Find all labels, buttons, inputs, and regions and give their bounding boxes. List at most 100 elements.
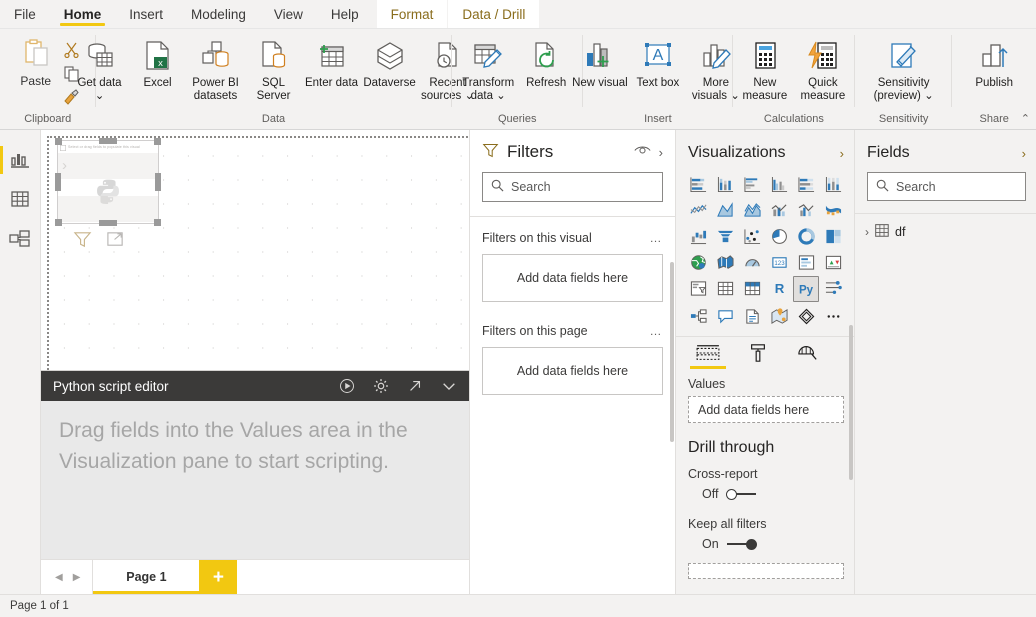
filters-search-box[interactable]: Search	[482, 172, 663, 202]
ribbon-tab-insert[interactable]: Insert	[115, 0, 177, 28]
run-script-icon[interactable]	[339, 378, 355, 394]
enter-data-button[interactable]: Enter data	[303, 35, 361, 92]
values-dropzone[interactable]: Add data fields here	[688, 396, 844, 423]
visual-type-pie-chart[interactable]	[766, 224, 792, 248]
visual-type-stacked-column-chart[interactable]	[712, 172, 738, 196]
ribbon-tab-home[interactable]: Home	[50, 0, 116, 28]
visual-type-stacked-area-chart[interactable]	[739, 198, 765, 222]
add-page-button[interactable]: +	[199, 560, 237, 594]
resize-handle-bottom-left[interactable]	[55, 219, 62, 226]
new-visual-button[interactable]: New visual	[571, 35, 629, 92]
visual-type-donut-chart[interactable]	[793, 224, 819, 248]
visual-type-100-stacked-bar-chart[interactable]	[793, 172, 819, 196]
python-visual-placeholder[interactable]: Select or drag fields to populate this v…	[57, 140, 159, 224]
visual-type-arcgis-maps[interactable]	[766, 304, 792, 328]
report-page-canvas[interactable]: Select or drag fields to populate this v…	[49, 138, 469, 370]
get-data-button[interactable]: Get data ⌄	[71, 35, 129, 105]
resize-handle-top-right[interactable]	[154, 138, 161, 145]
visual-type-line-and-clustered-column-chart[interactable]	[793, 198, 819, 222]
fields-search-box[interactable]: Search	[867, 172, 1026, 201]
visual-type-gauge[interactable]	[739, 250, 765, 274]
collapse-pane-chevron-icon[interactable]: ›	[840, 146, 844, 161]
ribbon-tab-modeling[interactable]: Modeling	[177, 0, 260, 28]
previous-page-icon[interactable]: ◀	[55, 572, 63, 583]
visual-type-decomposition-tree[interactable]	[685, 304, 711, 328]
text-box-button[interactable]: A Text box	[629, 35, 687, 92]
filters-pane-scrollbar[interactable]	[670, 262, 674, 442]
dataverse-button[interactable]: Dataverse	[361, 35, 419, 92]
resize-handle-bottom[interactable]	[99, 220, 117, 226]
resize-handle-top-left[interactable]	[55, 138, 62, 145]
tab-format[interactable]	[740, 343, 776, 369]
visual-type-r-script-visual[interactable]: R	[766, 276, 792, 300]
more-options-icon[interactable]	[820, 304, 846, 328]
next-page-icon[interactable]: ▶	[73, 572, 81, 583]
visual-type-line-and-stacked-column-chart[interactable]	[766, 198, 792, 222]
visual-type-stacked-bar-chart[interactable]	[685, 172, 711, 196]
collapse-ribbon-button[interactable]: ⌃	[1021, 112, 1030, 125]
visual-type-slicer[interactable]	[685, 276, 711, 300]
focus-mode-icon[interactable]	[106, 230, 125, 252]
visual-type-clustered-column-chart[interactable]	[766, 172, 792, 196]
paste-button[interactable]: Paste	[12, 35, 60, 88]
page-tab-page-1[interactable]: Page 1	[93, 560, 199, 594]
visual-type-matrix[interactable]	[739, 276, 765, 300]
keep-all-filters-toggle[interactable]	[727, 538, 757, 550]
sensitivity-button[interactable]: Sensitivity (preview) ⌄	[872, 35, 936, 105]
hide-filters-eye-icon[interactable]	[634, 144, 651, 160]
collapse-pane-chevron-icon[interactable]: ›	[659, 145, 663, 160]
resize-handle-left[interactable]	[55, 173, 61, 191]
cross-report-toggle[interactable]	[726, 488, 756, 500]
visual-type-kpi[interactable]	[820, 250, 846, 274]
visual-type-paginated-report[interactable]	[793, 304, 819, 328]
excel-button[interactable]: x Excel	[129, 35, 187, 92]
drill-through-dropzone[interactable]	[688, 563, 844, 579]
visual-type-area-chart[interactable]	[712, 198, 738, 222]
visual-type-table[interactable]	[712, 276, 738, 300]
visual-type-scatter-chart[interactable]	[739, 224, 765, 248]
filters-visual-dropzone[interactable]: Add data fields here	[482, 254, 663, 302]
fields-table-row-df[interactable]: › df	[855, 214, 1036, 240]
visual-type-map[interactable]	[685, 250, 711, 274]
ribbon-tab-format[interactable]: Format	[377, 0, 448, 28]
visual-type-treemap[interactable]	[820, 224, 846, 248]
ribbon-tab-file[interactable]: File	[0, 0, 50, 28]
visual-type-card[interactable]: 123	[766, 250, 792, 274]
visualizations-pane-scrollbar[interactable]	[849, 325, 853, 480]
ribbon-tab-data-drill[interactable]: Data / Drill	[448, 0, 539, 28]
filter-icon[interactable]	[73, 230, 92, 252]
section-more-options-icon[interactable]: …	[650, 324, 664, 338]
filters-page-dropzone[interactable]: Add data fields here	[482, 347, 663, 395]
resize-handle-right[interactable]	[155, 173, 161, 191]
new-measure-button[interactable]: New measure	[736, 35, 794, 105]
sidebar-item-data-view[interactable]	[0, 180, 40, 220]
resize-handle-top[interactable]	[99, 138, 117, 144]
section-more-options-icon[interactable]: …	[650, 231, 664, 245]
tab-analytics[interactable]	[790, 343, 826, 369]
refresh-button[interactable]: Refresh	[517, 35, 575, 92]
resize-handle-bottom-right[interactable]	[154, 219, 161, 226]
expand-chevron-icon[interactable]: ›	[865, 225, 869, 239]
ribbon-tab-view[interactable]: View	[260, 0, 317, 28]
visual-type-multi-row-card[interactable]	[793, 250, 819, 274]
sidebar-item-model-view[interactable]	[0, 220, 40, 260]
publish-button[interactable]: Publish	[965, 35, 1023, 92]
visual-type-key-influencers[interactable]	[820, 276, 846, 300]
tab-fields[interactable]	[690, 343, 726, 369]
visual-type-qa-visual[interactable]	[712, 304, 738, 328]
visual-type-clustered-bar-chart[interactable]	[739, 172, 765, 196]
quick-measure-button[interactable]: Quick measure	[794, 35, 852, 105]
visual-type-waterfall-chart[interactable]	[685, 224, 711, 248]
collapse-chevron-icon[interactable]	[441, 378, 457, 394]
collapse-pane-chevron-icon[interactable]: ›	[1022, 146, 1026, 161]
sql-server-button[interactable]: SQL Server	[245, 35, 303, 105]
visual-type-100-stacked-column-chart[interactable]	[820, 172, 846, 196]
visual-type-filled-map[interactable]	[712, 250, 738, 274]
transform-data-button[interactable]: Transform data ⌄	[459, 35, 517, 105]
visual-type-funnel-chart[interactable]	[712, 224, 738, 248]
edit-in-external-ide-icon[interactable]	[407, 378, 423, 394]
script-editor-body[interactable]: Drag fields into the Values area in the …	[41, 401, 469, 559]
visual-type-line-chart[interactable]	[685, 198, 711, 222]
settings-gear-icon[interactable]	[373, 378, 389, 394]
visual-type-ribbon-chart[interactable]	[820, 198, 846, 222]
